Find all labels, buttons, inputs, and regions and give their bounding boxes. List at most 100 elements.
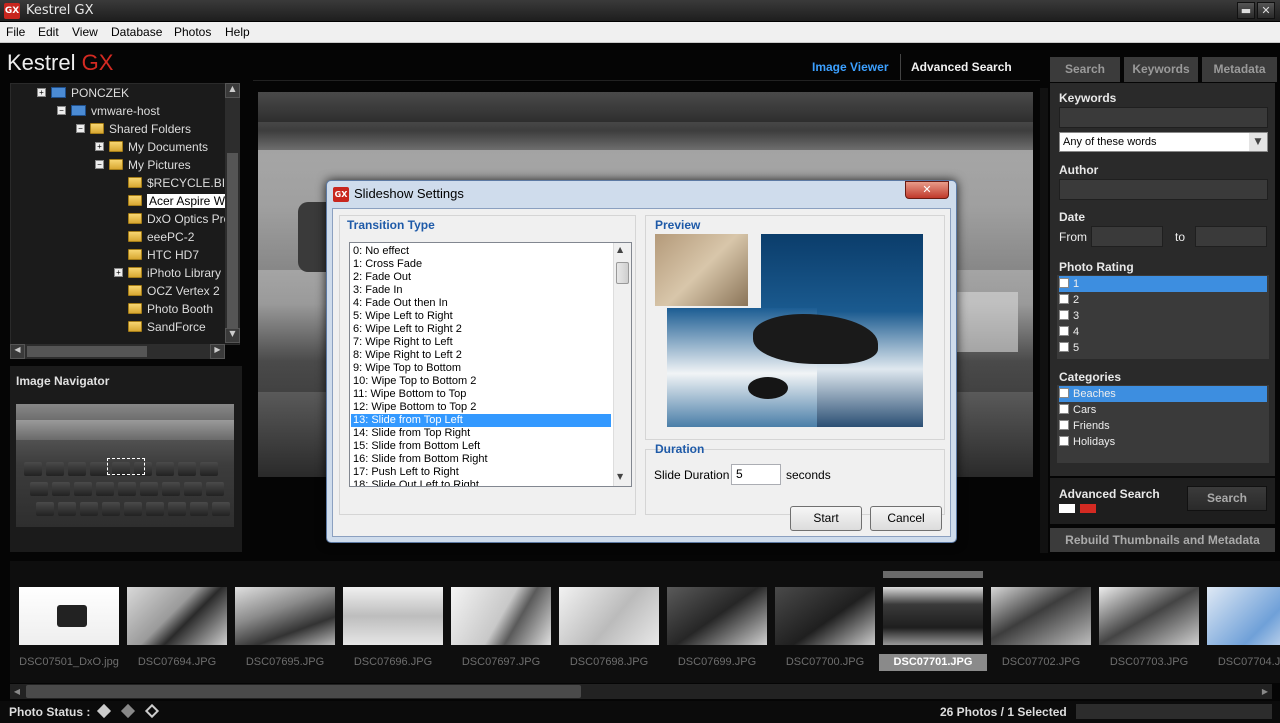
checkbox-icon[interactable] <box>1059 342 1069 353</box>
date-from-input[interactable] <box>1091 226 1163 247</box>
transition-item[interactable]: 17: Push Left to Right <box>351 466 611 479</box>
tree-item-shared-folders[interactable]: − Shared Folders <box>76 120 191 138</box>
thumbnail-image[interactable] <box>343 587 443 645</box>
slide-duration-input[interactable]: 5 <box>731 464 781 485</box>
collapse-icon[interactable]: − <box>95 160 104 169</box>
expand-icon[interactable]: + <box>95 142 104 151</box>
scroll-up-icon[interactable]: ▲ <box>225 83 240 98</box>
keywords-mode-select[interactable]: Any of these words ▼ <box>1059 132 1268 152</box>
tab-metadata[interactable]: Metadata <box>1202 57 1277 82</box>
list-scrollbar[interactable]: ▲ ▼ <box>613 243 631 486</box>
scroll-thumb[interactable] <box>27 346 147 357</box>
rating-option-5[interactable]: 5 <box>1059 340 1267 356</box>
scroll-down-icon[interactable]: ▼ <box>617 472 623 481</box>
close-window-button[interactable]: ✕ <box>1257 2 1275 19</box>
date-to-input[interactable] <box>1195 226 1267 247</box>
scroll-up-icon[interactable]: ▲ <box>617 245 623 254</box>
transition-item[interactable]: 5: Wipe Left to Right <box>351 310 611 323</box>
thumbnail-filename[interactable]: DSC07694.JPG <box>123 656 231 668</box>
rating-option-1[interactable]: 1 <box>1059 276 1267 292</box>
thumbnail-filename[interactable]: DSC07700.JPG <box>771 656 879 668</box>
checkbox-icon[interactable] <box>1059 294 1069 305</box>
thumbnail-filename[interactable]: DSC07702.JPG <box>987 656 1095 668</box>
rating-option-2[interactable]: 2 <box>1059 292 1267 308</box>
checkbox-icon[interactable] <box>1059 278 1069 289</box>
tree-item-photo-booth[interactable]: Photo Booth <box>128 300 213 318</box>
tree-item-acer-aspire[interactable]: Acer Aspire Wh <box>128 192 234 210</box>
thumbnail-image[interactable] <box>235 587 335 645</box>
scroll-left-icon[interactable]: ◀ <box>10 684 24 699</box>
scroll-right-icon[interactable]: ▶ <box>1258 684 1272 699</box>
thumbnail-filename[interactable]: DSC07704.JPG <box>1203 656 1280 668</box>
tree-item-my-documents[interactable]: + My Documents <box>95 138 208 156</box>
transition-item[interactable]: 18: Slide Out Left to Right <box>351 479 611 486</box>
tree-item-vmware-host[interactable]: − vmware-host <box>57 102 160 120</box>
menu-database[interactable]: Database <box>111 25 162 39</box>
transition-listbox[interactable]: 0: No effect 1: Cross Fade 2: Fade Out 3: F… <box>349 242 632 487</box>
transition-item[interactable]: 16: Slide from Bottom Right <box>351 453 611 466</box>
strip-horizontal-scrollbar[interactable]: ◀ ▶ <box>10 684 1272 699</box>
thumbnail-image[interactable] <box>991 587 1091 645</box>
status-diamond-icon[interactable] <box>120 703 136 719</box>
category-option-holidays[interactable]: Holidays <box>1059 434 1267 450</box>
scroll-left-icon[interactable]: ◀ <box>10 344 25 359</box>
dialog-close-button[interactable]: ✕ <box>905 181 949 199</box>
thumbnail-image[interactable] <box>775 587 875 645</box>
search-button[interactable]: Search <box>1187 486 1267 511</box>
thumbnail-filename[interactable]: DSC07698.JPG <box>555 656 663 668</box>
chevron-down-icon[interactable]: ▼ <box>1249 133 1267 151</box>
status-diamond-icon[interactable] <box>96 703 112 719</box>
rating-option-4[interactable]: 4 <box>1059 324 1267 340</box>
navigator-viewport-rect[interactable] <box>107 458 145 475</box>
scroll-thumb[interactable] <box>227 153 238 343</box>
tab-advanced-search[interactable]: Advanced Search <box>911 54 1012 80</box>
thumbnail-filename[interactable]: DSC07696.JPG <box>339 656 447 668</box>
transition-item[interactable]: 13: Slide from Top Left <box>351 414 611 427</box>
tree-item-iphoto-library[interactable]: + iPhoto Library <box>114 264 221 282</box>
tab-search[interactable]: Search <box>1050 57 1120 82</box>
thumbnail-image[interactable] <box>451 587 551 645</box>
category-option-friends[interactable]: Friends <box>1059 418 1267 434</box>
menu-view[interactable]: View <box>72 25 98 39</box>
tree-vertical-scrollbar[interactable]: ▲ ▼ <box>225 83 240 343</box>
thumbnail-filename[interactable]: DSC07703.JPG <box>1095 656 1203 668</box>
minimize-button[interactable]: ▬ <box>1237 2 1255 19</box>
thumbnail-filename[interactable]: DSC07501_DxO.jpg <box>15 656 123 668</box>
rating-option-3[interactable]: 3 <box>1059 308 1267 324</box>
tree-horizontal-scrollbar[interactable]: ◀ ▶ <box>10 344 225 359</box>
transition-item[interactable]: 12: Wipe Bottom to Top 2 <box>351 401 611 414</box>
transition-item[interactable]: 3: Fade In <box>351 284 611 297</box>
cancel-button[interactable]: Cancel <box>870 506 942 531</box>
tree-item-my-pictures[interactable]: − My Pictures <box>95 156 191 174</box>
checkbox-icon[interactable] <box>1059 404 1069 415</box>
checkbox-icon[interactable] <box>1059 436 1069 447</box>
rebuild-thumbnails-button[interactable]: Rebuild Thumbnails and Metadata <box>1050 528 1275 552</box>
tree-item-recycle-bin[interactable]: $RECYCLE.BIN <box>128 174 234 192</box>
thumbnail-filename[interactable]: DSC07699.JPG <box>663 656 771 668</box>
scroll-right-icon[interactable]: ▶ <box>210 344 225 359</box>
thumbnail-image[interactable] <box>559 587 659 645</box>
thumbnail-image[interactable] <box>883 587 983 645</box>
menu-file[interactable]: File <box>6 25 25 39</box>
category-option-beaches[interactable]: Beaches <box>1059 386 1267 402</box>
author-input[interactable] <box>1059 179 1268 200</box>
menu-photos[interactable]: Photos <box>174 25 211 39</box>
transition-item[interactable]: 0: No effect <box>351 245 611 258</box>
keywords-input[interactable] <box>1059 107 1268 128</box>
transition-item[interactable]: 1: Cross Fade <box>351 258 611 271</box>
tree-item-ponczek[interactable]: + PONCZEK <box>37 84 129 102</box>
tab-image-viewer[interactable]: Image Viewer <box>812 54 889 80</box>
transition-item[interactable]: 15: Slide from Bottom Left <box>351 440 611 453</box>
swatch-white-icon[interactable] <box>1059 504 1075 513</box>
thumbnail-image[interactable] <box>127 587 227 645</box>
menu-edit[interactable]: Edit <box>38 25 59 39</box>
menu-help[interactable]: Help <box>225 25 250 39</box>
expand-icon[interactable]: + <box>114 268 123 277</box>
transition-item[interactable]: 7: Wipe Right to Left <box>351 336 611 349</box>
thumbnail-image[interactable] <box>19 587 119 645</box>
checkbox-icon[interactable] <box>1059 388 1069 399</box>
collapse-icon[interactable]: − <box>76 124 85 133</box>
checkbox-icon[interactable] <box>1059 326 1069 337</box>
thumbnail-filename[interactable]: DSC07695.JPG <box>231 656 339 668</box>
tab-keywords[interactable]: Keywords <box>1124 57 1198 82</box>
